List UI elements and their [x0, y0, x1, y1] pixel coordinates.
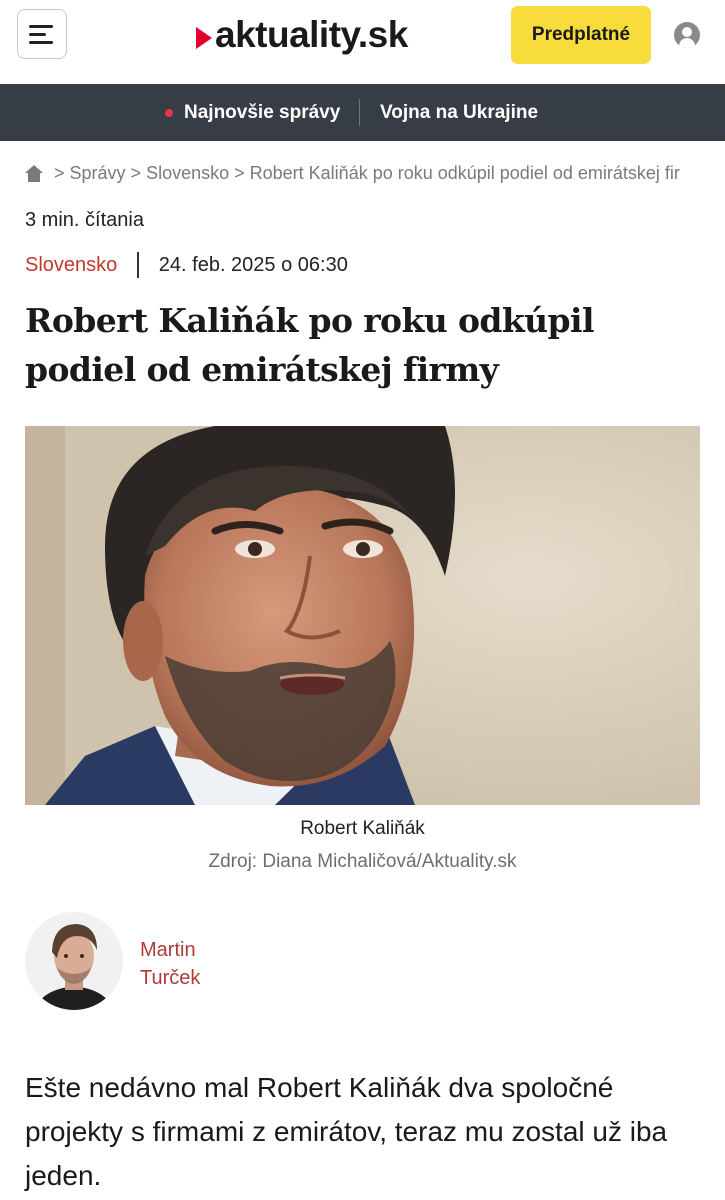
menu-line-icon [29, 33, 46, 36]
nav-item-latest-news[interactable]: Najnovšie správy [184, 102, 340, 124]
category-link[interactable]: Slovensko [25, 254, 117, 277]
author-avatar-illustration [25, 912, 123, 1010]
main-navigation: Najnovšie správy Vojna na Ukrajine [0, 84, 725, 141]
user-head-shape [682, 27, 692, 37]
live-dot-icon [165, 109, 173, 117]
nav-item-war-in-ukraine[interactable]: Vojna na Ukrajine [380, 102, 538, 124]
hamburger-menu-button[interactable] [17, 9, 67, 59]
article-lead-paragraph: Ešte nedávno mal Robert Kaliňák dva spol… [25, 1072, 668, 1191]
breadcrumb-item-current: Robert Kaliňák po roku odkúpil podiel od… [249, 162, 680, 183]
breadcrumb-item-news[interactable]: Správy [70, 163, 126, 184]
logo-arrow-icon [196, 27, 212, 49]
breadcrumb-item-slovakia[interactable]: Slovensko [146, 163, 229, 184]
logo-text: aktuality.sk [215, 14, 408, 55]
home-icon[interactable] [25, 164, 43, 182]
menu-line-icon [29, 25, 53, 28]
portrait-illustration [25, 426, 700, 805]
user-shoulders-shape [679, 38, 695, 48]
breadcrumb-separator: > [234, 162, 245, 183]
breadcrumb-separator: > [54, 162, 65, 183]
breadcrumb-separator: > [130, 162, 142, 183]
meta-divider [137, 252, 139, 278]
menu-line-icon [29, 41, 53, 44]
site-header: aktuality.sk Predplatné [0, 0, 725, 84]
author-avatar[interactable] [25, 912, 123, 1010]
article-photo[interactable] [25, 426, 700, 805]
author-name-link[interactable]: Martin Turček [140, 936, 260, 992]
subscribe-button[interactable]: Predplatné [511, 6, 651, 64]
breadcrumb: > Správy > Slovensko > Robert Kaliňák po… [25, 160, 715, 186]
user-account-icon[interactable] [674, 22, 700, 48]
article-meta: Slovensko 24. feb. 2025 o 06:30 [25, 252, 348, 278]
article-headline: Robert Kaliňák po roku odkúpil podiel od… [25, 301, 595, 389]
photo-caption: Robert Kaliňák [300, 818, 425, 839]
reading-time: 3 min. čítania [25, 209, 144, 231]
publish-date: 24. feb. 2025 o 06:30 [158, 253, 348, 276]
site-logo[interactable]: aktuality.sk [196, 10, 408, 60]
photo-credit: Zdroj: Diana Michaličová/Aktuality.sk [208, 851, 517, 872]
nav-divider [359, 99, 360, 126]
